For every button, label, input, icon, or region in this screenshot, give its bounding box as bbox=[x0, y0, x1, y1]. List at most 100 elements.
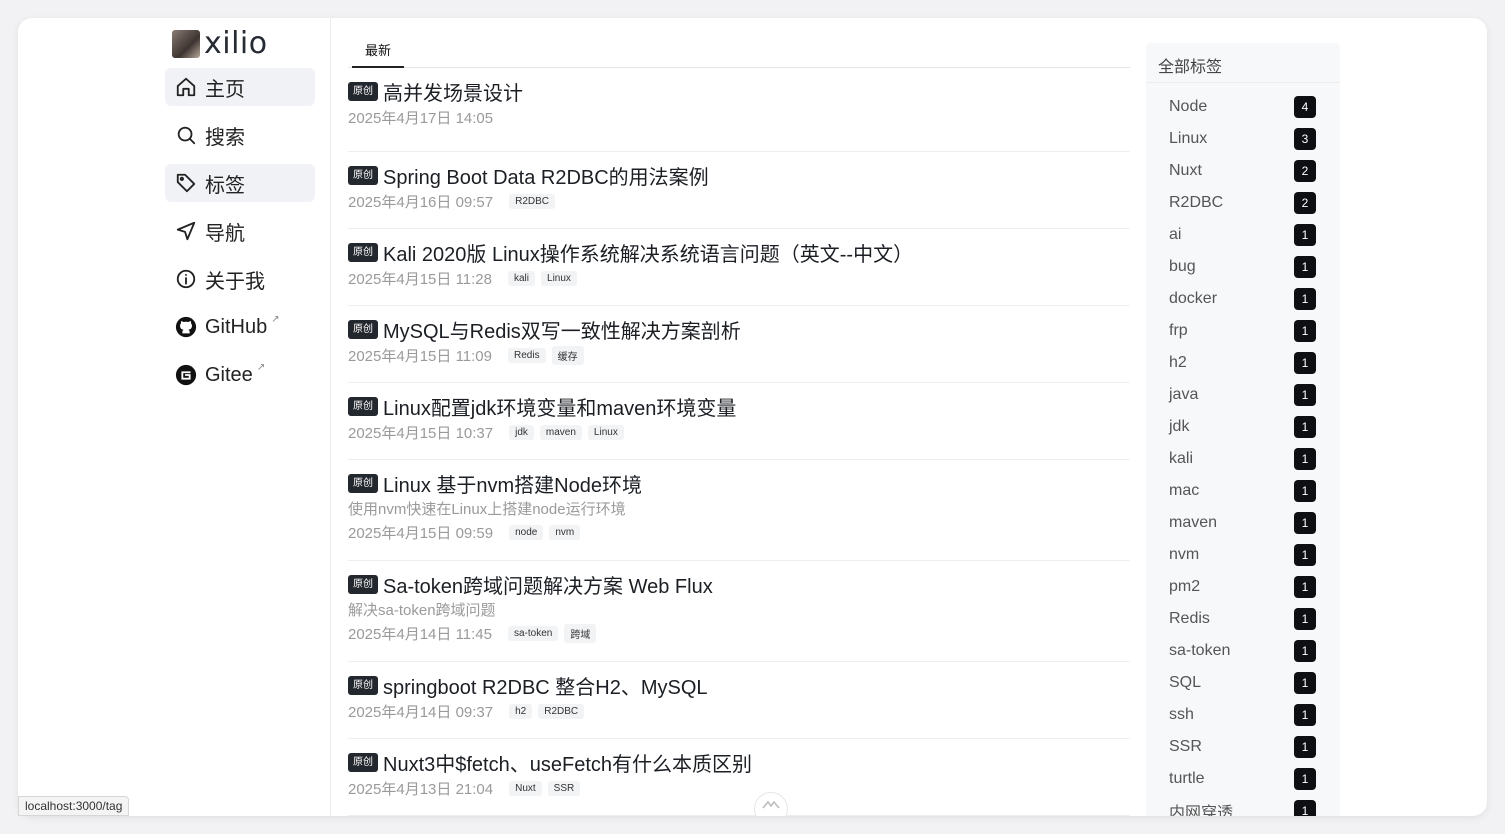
post-item[interactable]: 原创 Spring Boot Data R2DBC的用法案例 2025年4月16日… bbox=[348, 152, 1130, 229]
post-tag[interactable]: 跨域 bbox=[564, 623, 597, 643]
main-nav: 主页 搜索 标签 导航 关于我 GitHub ↗ Gitee ↗ bbox=[165, 68, 315, 404]
post-title[interactable]: MySQL与Redis双写一致性解决方案剖析 bbox=[383, 315, 741, 344]
tag-count: 1 bbox=[1294, 736, 1316, 758]
tag-item-node[interactable]: Node 4 bbox=[1146, 91, 1340, 123]
post-item[interactable]: 原创 springboot R2DBC 整合H2、MySQL 2025年4月14日… bbox=[348, 662, 1130, 739]
post-tag[interactable]: sa-token bbox=[508, 625, 559, 641]
original-badge: 原创 bbox=[348, 319, 378, 339]
original-badge: 原创 bbox=[348, 473, 378, 493]
tag-item-docker[interactable]: docker 1 bbox=[1146, 283, 1340, 315]
post-tag[interactable]: Linux bbox=[541, 270, 577, 286]
tag-item-nuxt[interactable]: Nuxt 2 bbox=[1146, 155, 1340, 187]
nav-label-home: 主页 bbox=[205, 78, 245, 101]
tab-latest[interactable]: 最新 bbox=[352, 36, 404, 68]
post-title[interactable]: 高并发场景设计 bbox=[383, 77, 523, 106]
left-sidebar: xilio 主页 搜索 标签 导航 关于我 GitHub ↗ Gitee ↗ bbox=[18, 18, 331, 816]
original-badge: 原创 bbox=[348, 396, 378, 416]
tag-item-redis[interactable]: Redis 1 bbox=[1146, 603, 1340, 635]
tag-item-jdk[interactable]: jdk 1 bbox=[1146, 411, 1340, 443]
post-title[interactable]: Nuxt3中$fetch、useFetch有什么本质区别 bbox=[383, 748, 752, 777]
nav-item-tags[interactable]: 标签 bbox=[165, 164, 315, 202]
post-tag[interactable]: Redis bbox=[508, 347, 546, 363]
post-date: 2025年4月16日 09:57 bbox=[348, 193, 494, 211]
tag-item-kali[interactable]: kali 1 bbox=[1146, 443, 1340, 475]
post-item[interactable]: 原创 高并发场景设计 2025年4月17日 14:05 bbox=[348, 76, 1130, 152]
tag-item-r2dbc[interactable]: R2DBC 2 bbox=[1146, 187, 1340, 219]
post-item[interactable]: 原创 Sa-token跨域问题解决方案 Web Flux 解决sa-token跨域… bbox=[348, 561, 1130, 662]
tag-item-intranet-penetration[interactable]: 内网穿透 1 bbox=[1146, 795, 1340, 816]
info-icon bbox=[176, 269, 196, 289]
nav-item-navigation[interactable]: 导航 bbox=[165, 212, 315, 250]
post-tag[interactable]: jdk bbox=[509, 424, 534, 440]
post-tag[interactable]: node bbox=[509, 524, 544, 540]
post-item[interactable]: 原创 Kali 2020版 Linux操作系统解决系统语言问题（英文--中文） 2… bbox=[348, 229, 1130, 306]
nav-item-home[interactable]: 主页 bbox=[165, 68, 315, 106]
post-tag[interactable]: h2 bbox=[509, 703, 533, 719]
tag-item-java[interactable]: java 1 bbox=[1146, 379, 1340, 411]
nav-item-search[interactable]: 搜索 bbox=[165, 116, 315, 154]
nav-label-tags: 标签 bbox=[205, 174, 245, 197]
nav-item-about[interactable]: 关于我 bbox=[165, 260, 315, 298]
tag-count: 1 bbox=[1294, 704, 1316, 726]
post-title[interactable]: Kali 2020版 Linux操作系统解决系统语言问题（英文--中文） bbox=[383, 238, 913, 267]
post-date: 2025年4月14日 11:45 bbox=[348, 625, 492, 643]
post-tag[interactable]: nvm bbox=[549, 524, 581, 540]
post-tag[interactable]: R2DBC bbox=[538, 703, 585, 719]
tag-item-bug[interactable]: bug 1 bbox=[1146, 251, 1340, 283]
post-item[interactable]: 原创 Linux 基于nvm搭建Node环境 使用nvm快速在Linux上搭建no… bbox=[348, 460, 1130, 561]
tag-item-sa-token[interactable]: sa-token 1 bbox=[1146, 635, 1340, 667]
post-date: 2025年4月15日 10:37 bbox=[348, 424, 494, 442]
gitee-icon bbox=[175, 364, 197, 386]
tag-item-pm2[interactable]: pm2 1 bbox=[1146, 571, 1340, 603]
post-tag[interactable]: SSR bbox=[547, 780, 581, 796]
post-description: 使用nvm快速在Linux上搭建node运行环境 bbox=[348, 501, 626, 518]
tag-count: 1 bbox=[1294, 448, 1316, 470]
nav-label-github: GitHub bbox=[205, 315, 268, 338]
post-tag[interactable]: R2DBC bbox=[509, 193, 556, 209]
main-content: 最新 原创 高并发场景设计 2025年4月17日 14:05 原创 Spring B… bbox=[348, 18, 1130, 816]
post-tag[interactable]: Nuxt bbox=[509, 780, 542, 796]
original-badge: 原创 bbox=[348, 675, 378, 695]
post-title[interactable]: Sa-token跨域问题解决方案 Web Flux bbox=[383, 570, 713, 599]
tag-item-h2[interactable]: h2 1 bbox=[1146, 347, 1340, 379]
tag-item-frp[interactable]: frp 1 bbox=[1146, 315, 1340, 347]
post-list: 原创 高并发场景设计 2025年4月17日 14:05 原创 Spring Boot… bbox=[348, 76, 1130, 816]
original-badge: 原创 bbox=[348, 242, 378, 262]
tag-count: 1 bbox=[1294, 320, 1316, 342]
tag-item-sql[interactable]: SQL 1 bbox=[1146, 667, 1340, 699]
post-tag[interactable]: Linux bbox=[587, 424, 624, 440]
nav-item-gitee[interactable]: Gitee ↗ bbox=[165, 356, 315, 394]
tag-item-turtle[interactable]: turtle 1 bbox=[1146, 763, 1340, 795]
post-item[interactable]: 原创 Nuxt3中$fetch、useFetch有什么本质区别 2025年4月13… bbox=[348, 739, 1130, 816]
site-logo[interactable]: xilio bbox=[172, 26, 268, 61]
navigation-icon bbox=[176, 221, 196, 241]
tab-bar: 最新 bbox=[348, 36, 1130, 68]
tag-count: 1 bbox=[1294, 352, 1316, 374]
tag-count: 1 bbox=[1294, 416, 1316, 438]
tag-item-maven[interactable]: maven 1 bbox=[1146, 507, 1340, 539]
tag-item-ssr[interactable]: SSR 1 bbox=[1146, 731, 1340, 763]
post-item[interactable]: 原创 Linux配置jdk环境变量和maven环境变量 2025年4月15日 10… bbox=[348, 383, 1130, 460]
tags-panel-title: 全部标签 bbox=[1146, 43, 1340, 83]
post-tag[interactable]: maven bbox=[539, 424, 582, 440]
original-badge: 原创 bbox=[348, 752, 378, 772]
tag-item-ai[interactable]: ai 1 bbox=[1146, 219, 1340, 251]
tag-item-linux[interactable]: Linux 3 bbox=[1146, 123, 1340, 155]
nav-item-github[interactable]: GitHub ↗ bbox=[165, 308, 315, 346]
home-icon bbox=[176, 77, 196, 97]
tag-count: 3 bbox=[1294, 128, 1316, 150]
post-tag[interactable]: kali bbox=[508, 270, 536, 286]
post-title[interactable]: Spring Boot Data R2DBC的用法案例 bbox=[383, 161, 709, 190]
post-title[interactable]: springboot R2DBC 整合H2、MySQL bbox=[383, 671, 708, 700]
post-tag[interactable]: 缓存 bbox=[551, 345, 584, 365]
tag-item-ssh[interactable]: ssh 1 bbox=[1146, 699, 1340, 731]
tag-count: 1 bbox=[1294, 384, 1316, 406]
post-title[interactable]: Linux配置jdk环境变量和maven环境变量 bbox=[383, 392, 736, 421]
tag-count: 1 bbox=[1294, 640, 1316, 662]
tag-item-mac[interactable]: mac 1 bbox=[1146, 475, 1340, 507]
tag-item-nvm[interactable]: nvm 1 bbox=[1146, 539, 1340, 571]
post-title[interactable]: Linux 基于nvm搭建Node环境 bbox=[383, 469, 642, 498]
site-name: xilio bbox=[204, 26, 268, 61]
tag-count: 1 bbox=[1294, 288, 1316, 310]
post-item[interactable]: 原创 MySQL与Redis双写一致性解决方案剖析 2025年4月15日 11:0… bbox=[348, 306, 1130, 383]
